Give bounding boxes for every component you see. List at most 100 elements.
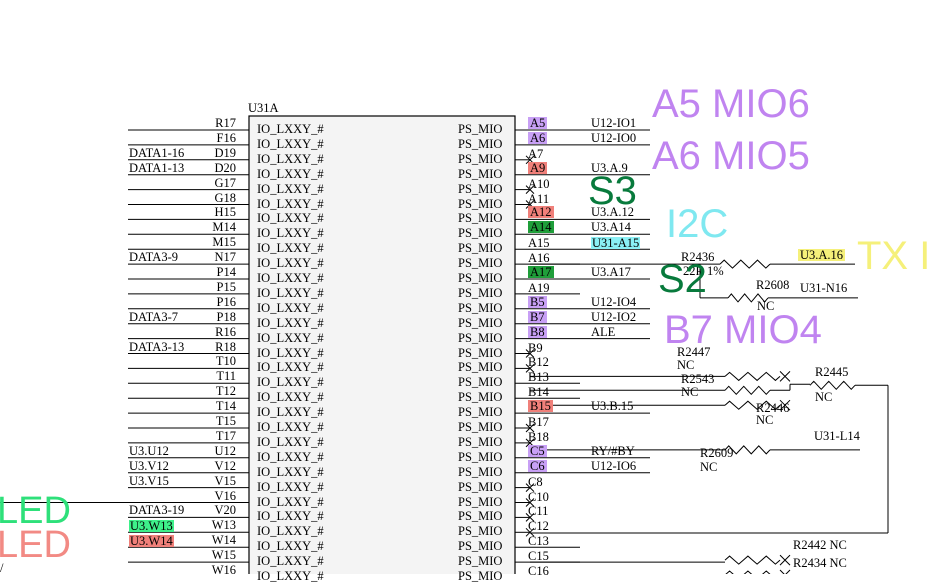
right-io-label: PS_MIO <box>458 226 503 241</box>
annotation-s3: S3 <box>588 169 637 213</box>
left-pin-number: P16 <box>216 294 236 309</box>
right-net-label: U12-IO1 <box>591 116 637 130</box>
right-pin-number: A17 <box>528 265 554 279</box>
right-io-label: PS_MIO <box>458 315 503 330</box>
annotation-tx: TX I <box>857 234 929 278</box>
right-pin-number: A12 <box>528 205 554 220</box>
annotation-a5-mio6: A5 MIO6 <box>652 82 810 126</box>
left-io-label: IO_LXXY_# <box>257 390 324 405</box>
left-pin-number: V16 <box>214 488 236 503</box>
right-io-label: PS_MIO <box>458 375 503 390</box>
left-io-label: IO_LXXY_# <box>257 196 324 211</box>
resistor-symbol <box>719 259 771 269</box>
left-io-label: IO_LXXY_# <box>257 271 324 285</box>
left-net-label: U3.W14 <box>129 534 174 549</box>
right-io-label: PS_MIO <box>458 151 503 166</box>
left-io-label: IO_LXXY_# <box>257 524 324 539</box>
no-connect-mark <box>779 554 791 566</box>
left-io-label: IO_LXXY_# <box>257 241 324 256</box>
r2543-value: NC <box>681 385 699 399</box>
right-pin-number: C16 <box>528 564 549 578</box>
right-io-label: PS_MIO <box>458 539 503 554</box>
left-net-label: DATA3-13 <box>129 339 185 354</box>
r2609-value: NC <box>700 460 718 474</box>
right-net-label: U12-IO4 <box>591 294 637 309</box>
right-pin-number: A19 <box>528 280 550 295</box>
right-pin-number: A15 <box>528 236 550 251</box>
left-pin-number: V20 <box>214 503 236 518</box>
left-io-label: IO_LXXY_# <box>257 136 324 151</box>
left-io-label: IO_LXXY_# <box>257 122 324 136</box>
right-pin-number: A14 <box>528 220 554 235</box>
right-pin-number: B5 <box>528 294 547 309</box>
left-io-label: IO_LXXY_# <box>257 345 324 360</box>
left-pin-number: T10 <box>215 354 236 369</box>
right-io-label: PS_MIO <box>458 509 503 524</box>
right-pin-number: C12 <box>528 519 549 534</box>
left-pin-number: N17 <box>214 250 236 265</box>
left-net-label: DATA3-19 <box>129 503 185 518</box>
right-io-label: PS_MIO <box>458 554 503 569</box>
left-pin-number: M15 <box>212 235 236 250</box>
right-pin-number: B8 <box>528 324 547 339</box>
right-io-label: PS_MIO <box>458 479 503 494</box>
left-io-label: IO_LXXY_# <box>257 569 324 583</box>
left-pin-number: W14 <box>211 533 236 548</box>
left-io-label: IO_LXXY_# <box>257 375 324 390</box>
left-pin-number: W15 <box>211 548 236 563</box>
right-net-label: U12-IO6 <box>591 458 637 473</box>
left-pin-number: T11 <box>216 369 236 384</box>
right-io-label: PS_MIO <box>458 524 503 539</box>
left-io-label: IO_LXXY_# <box>257 226 324 241</box>
right-io-label: PS_MIO <box>458 136 503 151</box>
right-pin-number: A16 <box>528 251 550 266</box>
right-pin-number: C8 <box>528 474 543 489</box>
left-io-label: IO_LXXY_# <box>257 360 324 375</box>
right-pin-number: B9 <box>528 340 543 355</box>
right-pin-number: C5 <box>528 443 547 458</box>
right-io-label: PS_MIO <box>458 330 503 345</box>
left-io-label: IO_LXXY_# <box>257 211 324 226</box>
r2434-label: R2434 NC <box>793 556 847 570</box>
left-net-label: DATA1-13 <box>129 160 185 175</box>
left-net-label: U3.V12 <box>129 458 169 473</box>
right-io-label: PS_MIO <box>458 569 503 583</box>
left-net-label: DATA3-7 <box>129 309 178 324</box>
right-pin-number: C15 <box>528 549 549 564</box>
right-io-label: PS_MIO <box>458 166 503 181</box>
left-pin-number: R17 <box>215 116 236 130</box>
r2442-label: R2442 NC <box>793 538 847 552</box>
right-pin-number: B14 <box>528 385 549 400</box>
left-pin-number: R18 <box>215 339 236 354</box>
left-io-label: IO_LXXY_# <box>257 315 324 330</box>
annotation-a6-mio5: A6 MIO5 <box>652 134 810 178</box>
r2436-net-label: U3.A.16 <box>798 248 846 262</box>
right-io-label: PS_MIO <box>458 181 503 196</box>
left-io-label: IO_LXXY_# <box>257 494 324 509</box>
left-pin-number: T15 <box>215 414 236 428</box>
left-pin-number: G18 <box>214 190 236 205</box>
annotation-s2: S2 <box>658 257 707 301</box>
left-net-label: U3.V15 <box>129 473 169 488</box>
r2445-value: NC <box>815 390 833 404</box>
right-io-label: PS_MIO <box>458 122 503 136</box>
left-pin-number: R16 <box>215 324 236 339</box>
right-io-label: PS_MIO <box>458 300 503 315</box>
right-pin-number: A9 <box>528 160 548 175</box>
right-pin-number: B15 <box>528 399 553 414</box>
right-net-label: U31-A15 <box>591 236 641 251</box>
right-io-label: PS_MIO <box>458 449 503 464</box>
right-io-label: PS_MIO <box>458 211 503 226</box>
right-net-label: U12-IO0 <box>591 130 637 145</box>
resistor-symbol <box>724 385 771 396</box>
left-io-label: IO_LXXY_# <box>257 405 324 420</box>
left-pin-number: D20 <box>214 160 236 175</box>
right-io-label: PS_MIO <box>458 390 503 405</box>
right-pin-number: A6 <box>528 130 548 145</box>
left-pin-number: P14 <box>216 265 236 279</box>
no-connect-mark <box>779 371 791 382</box>
right-io-label: PS_MIO <box>458 434 503 449</box>
right-io-label: PS_MIO <box>458 241 503 256</box>
left-pin-number: T12 <box>215 384 236 399</box>
left-pin-number: D19 <box>214 145 236 160</box>
